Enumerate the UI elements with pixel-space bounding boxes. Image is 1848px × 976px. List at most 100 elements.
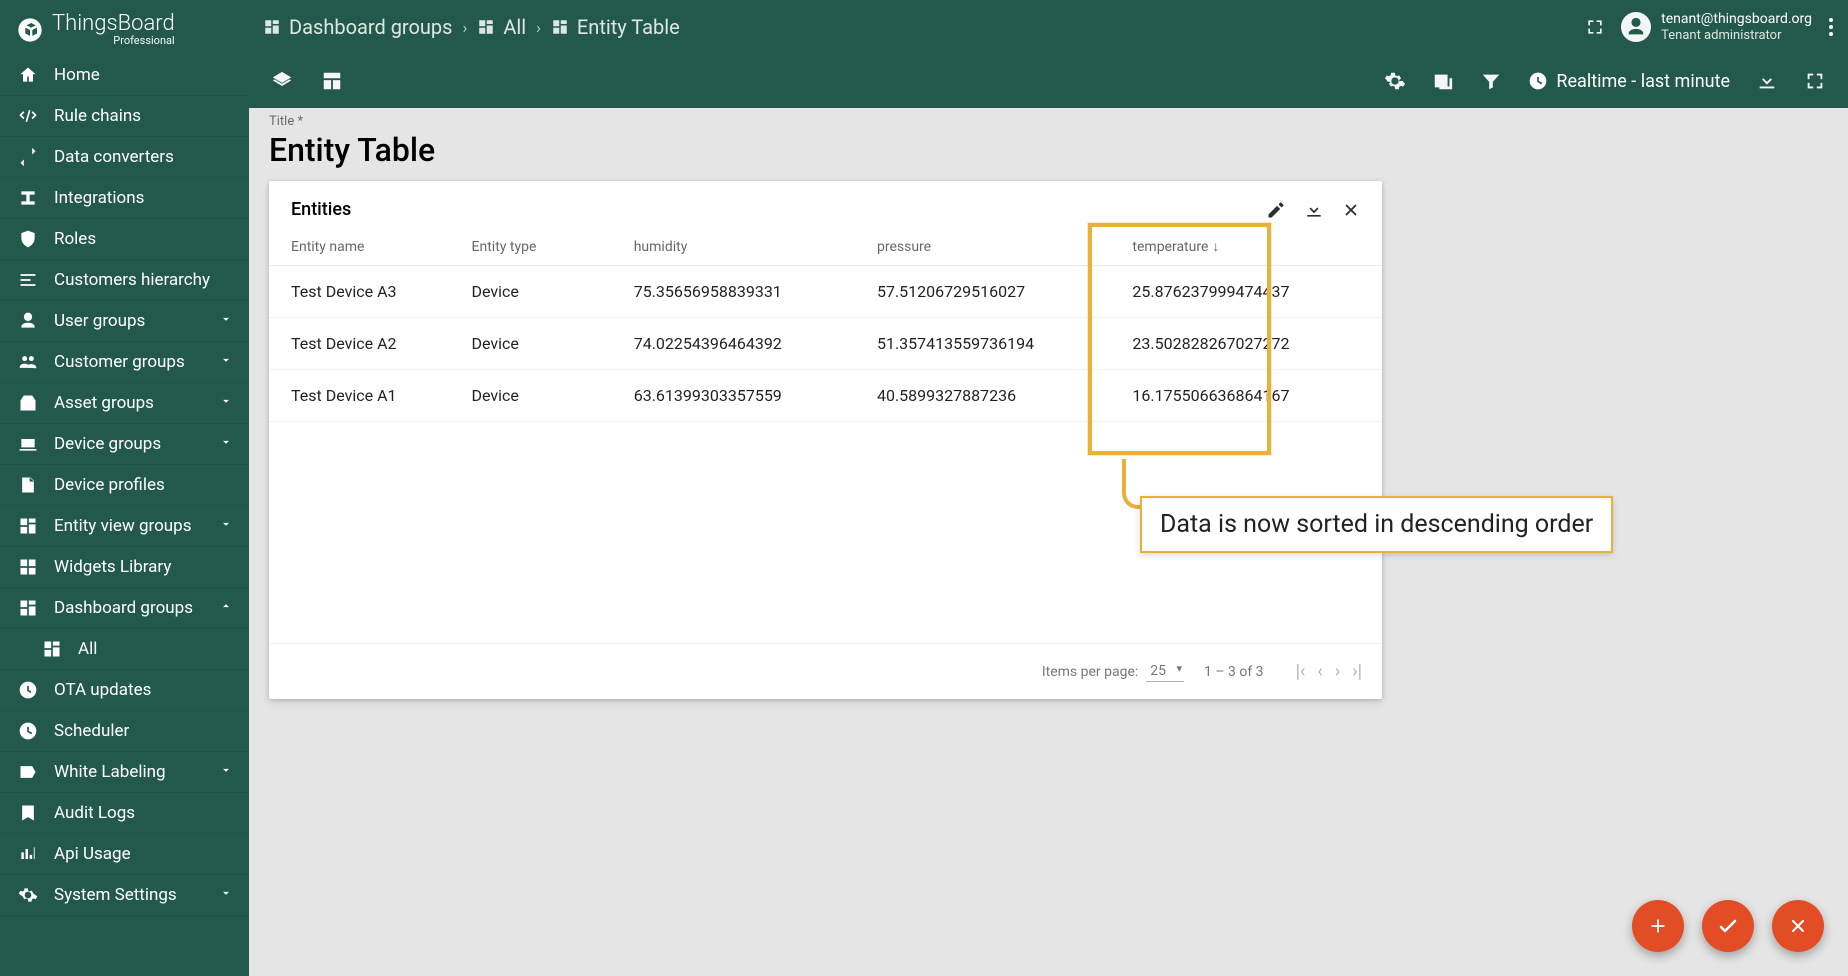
- table-row[interactable]: Test Device A1Device63.6139930335755940.…: [269, 370, 1382, 422]
- dashboard-icon: [551, 18, 569, 36]
- chevron-down-icon: [219, 516, 233, 536]
- sidebar-item-customers-hierarchy[interactable]: Customers hierarchy: [0, 260, 249, 301]
- sidebar-item-label: Asset groups: [54, 393, 154, 413]
- sidebar-item-rule-chains[interactable]: Rule chains: [0, 96, 249, 137]
- pager-next-icon[interactable]: ›: [1335, 661, 1340, 682]
- sidebar-item-widgets-library[interactable]: Widgets Library: [0, 547, 249, 588]
- breadcrumb-entity-table[interactable]: Entity Table: [551, 15, 680, 39]
- col-temperature[interactable]: temperature↓: [1118, 228, 1382, 266]
- dashboard-icon: [477, 18, 495, 36]
- sidebar-item-device-profiles[interactable]: Device profiles: [0, 465, 249, 506]
- cell-name: Test Device A3: [269, 266, 458, 318]
- cell-temperature: 23.502828267027272: [1118, 318, 1382, 370]
- table-row[interactable]: Test Device A2Device74.0225439646439251.…: [269, 318, 1382, 370]
- cell-temperature: 25.876237999474437: [1118, 266, 1382, 318]
- export-icon[interactable]: [1756, 70, 1778, 92]
- sidebar-item-scheduler[interactable]: Scheduler: [0, 711, 249, 752]
- close-icon[interactable]: [1342, 200, 1360, 220]
- entityview-icon: [16, 516, 40, 536]
- download-icon[interactable]: [1304, 200, 1324, 220]
- cell-name: Test Device A2: [269, 318, 458, 370]
- settings-icon[interactable]: [1384, 70, 1406, 92]
- col-pressure[interactable]: pressure: [863, 228, 1118, 266]
- sidebar-item-label: System Settings: [54, 885, 177, 905]
- pager-label: Items per page:: [1042, 664, 1138, 680]
- layout-icon[interactable]: [321, 70, 343, 92]
- device-icon: [16, 434, 40, 454]
- label-icon: [16, 762, 40, 782]
- sidebar-item-label: Integrations: [54, 188, 144, 208]
- chevron-down-icon: [219, 352, 233, 372]
- sidebar-item-api-usage[interactable]: Api Usage: [0, 834, 249, 875]
- sidebar-item-audit-logs[interactable]: Audit Logs: [0, 793, 249, 834]
- breadcrumb-dashboard-groups[interactable]: Dashboard groups: [263, 15, 453, 39]
- breadcrumb-all[interactable]: All: [477, 15, 526, 39]
- brand-name: ThingsBoard: [52, 12, 175, 36]
- col-humidity[interactable]: humidity: [620, 228, 863, 266]
- sidebar-item-label: Device profiles: [54, 475, 165, 495]
- brand-logo[interactable]: ThingsBoard Professional: [0, 0, 249, 55]
- sidebar-item-device-groups[interactable]: Device groups: [0, 424, 249, 465]
- more-icon[interactable]: [1828, 18, 1834, 36]
- convert-icon: [16, 147, 40, 167]
- sidebar-item-white-labeling[interactable]: White Labeling: [0, 752, 249, 793]
- pager-last-icon[interactable]: ›|: [1352, 661, 1362, 682]
- filter-icon[interactable]: [1480, 70, 1502, 92]
- fab-add[interactable]: [1632, 900, 1684, 952]
- table-row[interactable]: Test Device A3Device75.3565695883933157.…: [269, 266, 1382, 318]
- sidebar-item-label: Customer groups: [54, 352, 185, 372]
- sidebar-item-label: All: [78, 639, 97, 659]
- sidebar-item-label: Data converters: [54, 147, 174, 167]
- dashboard-toolbar: Realtime - last minute: [249, 54, 1848, 108]
- sidebar-item-label: User groups: [54, 311, 145, 331]
- sidebar-item-user-groups[interactable]: User groups: [0, 301, 249, 342]
- sidebar-item-label: Roles: [54, 229, 96, 249]
- cell-humidity: 63.61399303357559: [620, 370, 863, 422]
- sidebar-item-home[interactable]: Home: [0, 55, 249, 96]
- fab-apply[interactable]: [1702, 900, 1754, 952]
- expand-icon[interactable]: [1804, 70, 1826, 92]
- customers-icon: [16, 352, 40, 372]
- user-icon: [16, 311, 40, 331]
- annotation-callout: Data is now sorted in descending order: [1140, 496, 1613, 553]
- sidebar-item-ota-updates[interactable]: OTA updates: [0, 670, 249, 711]
- sidebar: ThingsBoard Professional Home Rule chains…: [0, 0, 249, 976]
- sidebar-item-entity-view-groups[interactable]: Entity view groups: [0, 506, 249, 547]
- shield-icon: [16, 229, 40, 249]
- user-menu[interactable]: tenant@thingsboard.org Tenant administra…: [1621, 11, 1812, 43]
- entity-alias-icon[interactable]: [1432, 70, 1454, 92]
- sidebar-item-label: Audit Logs: [54, 803, 135, 823]
- sidebar-item-asset-groups[interactable]: Asset groups: [0, 383, 249, 424]
- sidebar-item-all[interactable]: All: [0, 629, 249, 670]
- sidebar-item-dashboard-groups[interactable]: Dashboard groups: [0, 588, 249, 629]
- cell-temperature: 16.175506636864167: [1118, 370, 1382, 422]
- avatar: [1621, 12, 1651, 42]
- sidebar-item-label: Dashboard groups: [54, 598, 193, 618]
- dashboard-icon: [16, 598, 40, 618]
- page-title[interactable]: Entity Table: [269, 131, 1828, 169]
- col-entity-type[interactable]: Entity type: [458, 228, 620, 266]
- cell-pressure: 57.51206729516027: [863, 266, 1118, 318]
- sidebar-item-system-settings[interactable]: System Settings: [0, 875, 249, 916]
- sidebar-item-integrations[interactable]: Integrations: [0, 178, 249, 219]
- sidebar-item-label: Scheduler: [54, 721, 129, 741]
- home-icon: [16, 65, 40, 85]
- sidebar-item-roles[interactable]: Roles: [0, 219, 249, 260]
- fullscreen-icon[interactable]: [1585, 17, 1605, 37]
- ota-icon: [16, 680, 40, 700]
- chevron-down-icon: [219, 762, 233, 782]
- sidebar-item-label: Home: [54, 65, 100, 85]
- col-entity-name[interactable]: Entity name: [269, 228, 458, 266]
- edit-icon[interactable]: [1266, 200, 1286, 220]
- cell-type: Device: [458, 318, 620, 370]
- time-window[interactable]: Realtime - last minute: [1528, 71, 1730, 92]
- pager-first-icon[interactable]: |‹: [1296, 661, 1306, 682]
- layers-icon[interactable]: [271, 70, 293, 92]
- page-size-select[interactable]: 25: [1146, 661, 1184, 682]
- fab-cancel[interactable]: [1772, 900, 1824, 952]
- sidebar-item-customer-groups[interactable]: Customer groups: [0, 342, 249, 383]
- chevron-down-icon: [219, 434, 233, 454]
- pager-prev-icon[interactable]: ‹: [1317, 661, 1322, 682]
- sidebar-item-data-converters[interactable]: Data converters: [0, 137, 249, 178]
- clock-icon: [1528, 71, 1548, 91]
